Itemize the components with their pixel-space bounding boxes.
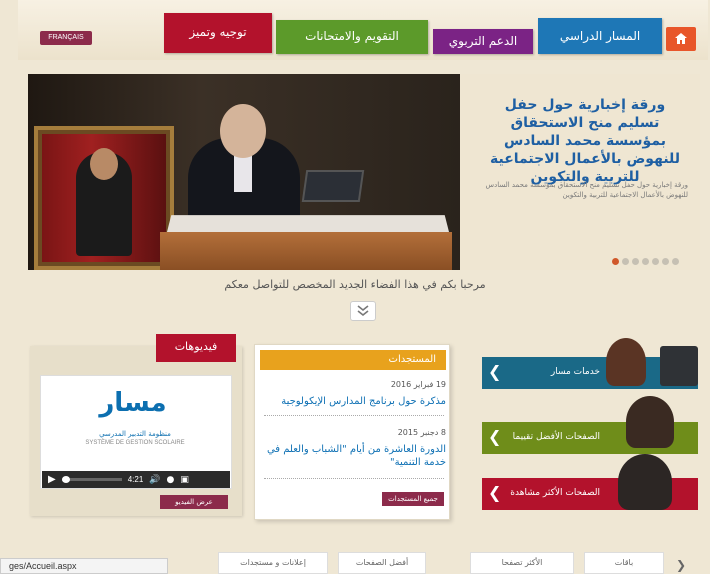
- massar-logo-subtitle: منظومة التدبير المدرسي: [99, 430, 171, 438]
- girl-with-laptop-image: [606, 338, 646, 386]
- massar-logo-subtitle-fr: SYSTÈME DE GESTION SCOLAIRE: [85, 440, 185, 446]
- service-label: الصفحات الأفضل تقييما: [512, 432, 600, 442]
- slide-title[interactable]: ورقة إخبارية حول حفل تسليم منح الاستحقاق…: [484, 96, 686, 186]
- news-date: 19 فبراير 2016: [390, 380, 446, 389]
- slide-photo[interactable]: [28, 74, 460, 270]
- news-link[interactable]: الدورة العاشرة من أيام "الشباب والعلم في…: [260, 443, 446, 469]
- news-title: المستجدات: [260, 350, 446, 370]
- play-icon[interactable]: ▶: [48, 474, 56, 485]
- chevron-left-icon: ❮: [488, 427, 502, 446]
- slider-dot[interactable]: [662, 258, 669, 265]
- chevron-left-icon: ❮: [488, 362, 502, 381]
- tab-packages[interactable]: باقات: [584, 552, 664, 574]
- massar-logo: مسار: [99, 388, 167, 418]
- portrait-frame: [34, 126, 174, 270]
- welcome-message: مرحبا بكم في هذا الفضاء الجديد المخصص لل…: [224, 278, 486, 291]
- fullscreen-icon[interactable]: ▣: [180, 475, 189, 485]
- video-controls: ▶ 4:21 🔊 ● ▣: [42, 471, 230, 488]
- home-icon: [675, 33, 687, 44]
- tab-guidance[interactable]: توجيه وتميز: [164, 13, 272, 53]
- view-video-button[interactable]: عرض الفيديو: [160, 495, 228, 509]
- status-bar-url: ges/Accueil.aspx: [0, 558, 168, 574]
- tab-evaluation[interactable]: التقويم والامتحانات: [276, 20, 428, 54]
- home-button[interactable]: [666, 27, 696, 51]
- news-date: 8 دجنبر 2015: [397, 428, 446, 437]
- news-slider: ورقة إخبارية حول حفل تسليم منح الاستحقاق…: [28, 74, 700, 270]
- scroll-down-button[interactable]: [350, 301, 376, 321]
- slide-description: ورقة إخبارية حول حفل تسليم منح الاستحقاق…: [485, 181, 688, 199]
- tab-most-browsed[interactable]: الأكثر تصفحا: [470, 552, 574, 574]
- laptop-image: [660, 346, 698, 386]
- video-progress-bar[interactable]: [61, 476, 122, 483]
- settings-icon[interactable]: ●: [167, 475, 175, 485]
- slider-pagination: [612, 258, 679, 266]
- slider-dot[interactable]: [672, 258, 679, 265]
- tab-best-pages[interactable]: أفضل الصفحات: [338, 552, 426, 574]
- chevron-right-icon[interactable]: ❯: [676, 558, 686, 572]
- tab-school-path[interactable]: المسار الدراسي: [538, 18, 662, 54]
- laptop: [301, 170, 365, 202]
- student-thumbs-up-image: [626, 396, 674, 448]
- videos-title: فيديوهات: [156, 334, 236, 362]
- slider-dot[interactable]: [632, 258, 639, 265]
- tab-announcements[interactable]: إعلانات و مستجدات: [218, 552, 328, 574]
- chevron-left-icon: ❮: [488, 483, 502, 502]
- slider-dot[interactable]: [652, 258, 659, 265]
- language-switch-button[interactable]: FRANÇAIS: [40, 31, 92, 45]
- slider-dot[interactable]: [612, 258, 619, 265]
- slide-caption: ورقة إخبارية حول حفل تسليم منح الاستحقاق…: [460, 74, 700, 270]
- girl-with-magnifier-image: [618, 454, 672, 510]
- service-label: الصفحات الأكثر مشاهدة: [510, 488, 600, 498]
- service-label: خدمات مسار: [550, 367, 600, 377]
- slider-dot[interactable]: [622, 258, 629, 265]
- chevron-down-icon: [357, 305, 369, 317]
- tab-educational-support[interactable]: الدعم التربوي: [433, 29, 533, 54]
- video-time: 4:21: [127, 475, 144, 484]
- slider-dot[interactable]: [642, 258, 649, 265]
- volume-icon[interactable]: 🔊: [149, 475, 160, 485]
- news-link[interactable]: مذكرة حول برنامج المدارس الإيكولوجية: [260, 395, 446, 408]
- all-news-button[interactable]: جميع المستجدات: [382, 492, 444, 506]
